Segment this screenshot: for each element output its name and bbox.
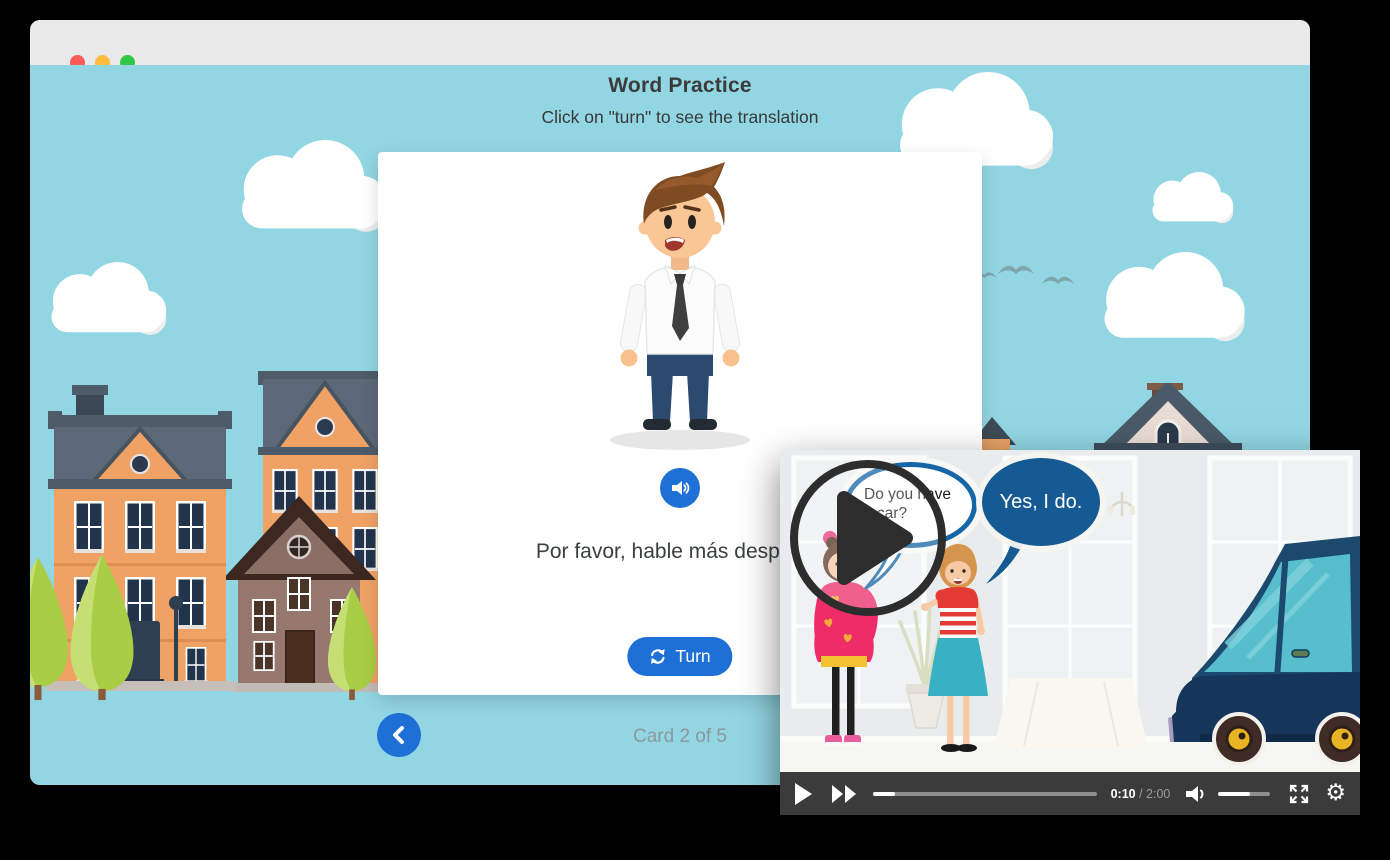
refresh-icon xyxy=(649,648,666,665)
play-button[interactable] xyxy=(794,783,812,805)
speech-bubble-text: Yes, I do. xyxy=(1000,491,1083,514)
video-scene: Do you have a car? Yes, I do. xyxy=(780,450,1360,772)
city-illustration xyxy=(30,365,430,700)
play-audio-button[interactable] xyxy=(660,468,700,508)
play-icon xyxy=(794,783,812,805)
seek-bar-fill xyxy=(873,792,895,796)
fast-forward-button[interactable] xyxy=(832,785,857,803)
speaker-volume-icon xyxy=(1185,784,1210,804)
man-character-illustration xyxy=(585,162,775,452)
fast-forward-icon xyxy=(832,785,857,803)
page-header: Word Practice Click on "turn" to see the… xyxy=(541,74,818,128)
chevron-left-icon xyxy=(390,725,408,745)
cloud-illustration xyxy=(1088,252,1253,343)
video-player-overlay[interactable]: Do you have a car? Yes, I do. xyxy=(780,450,1360,815)
time-display: 0:10 / 2:00 xyxy=(1111,787,1171,801)
volume-slider[interactable] xyxy=(1218,792,1270,796)
house-illustration xyxy=(970,383,1310,450)
cloud-illustration xyxy=(225,140,395,234)
cloud-illustration xyxy=(38,262,173,336)
time-current: 0:10 xyxy=(1111,787,1136,801)
speech-bubble-answer: Yes, I do. xyxy=(982,458,1100,546)
seek-bar[interactable] xyxy=(873,792,1097,796)
previous-card-button[interactable] xyxy=(377,713,421,757)
window-titlebar xyxy=(30,20,1310,65)
time-total: / 2:00 xyxy=(1139,787,1170,801)
speaker-audio-icon xyxy=(670,478,690,498)
mute-button[interactable] xyxy=(1185,784,1210,804)
cloud-illustration xyxy=(1143,172,1238,224)
fullscreen-button[interactable] xyxy=(1288,783,1310,805)
settings-button gear-icon[interactable]: ⚙ xyxy=(1325,782,1346,805)
turn-button-label: Turn xyxy=(675,646,710,667)
fullscreen-icon xyxy=(1288,783,1310,805)
card-counter: Card 2 of 5 xyxy=(633,726,727,748)
page-title: Word Practice xyxy=(541,74,818,98)
big-play-button[interactable] xyxy=(780,450,956,626)
birds-icon xyxy=(978,250,1108,310)
turn-card-button[interactable]: Turn xyxy=(627,637,732,676)
video-controls-bar: 0:10 / 2:00 ⚙ xyxy=(780,772,1360,815)
table-illustration xyxy=(994,678,1148,748)
volume-slider-fill xyxy=(1218,792,1249,796)
desktop-background: Word Practice Click on "turn" to see the… xyxy=(0,0,1390,860)
page-subtitle: Click on "turn" to see the translation xyxy=(541,107,818,128)
speech-bubble-tail xyxy=(986,540,1024,588)
